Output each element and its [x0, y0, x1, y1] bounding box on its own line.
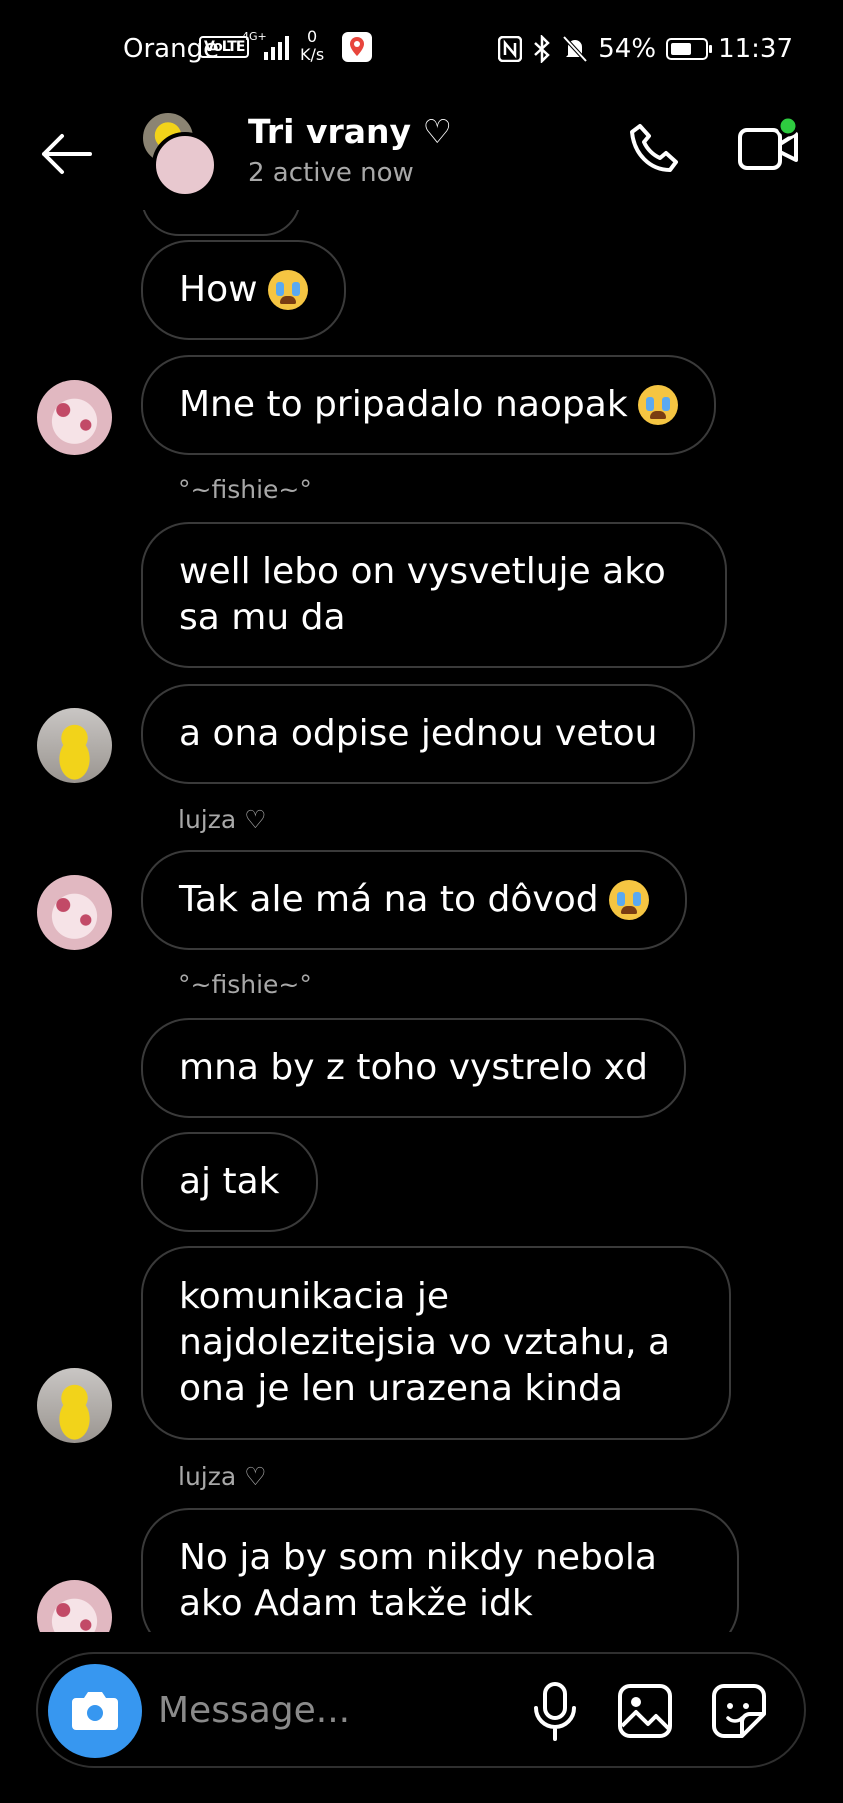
message-text: Mne to pripadalo naopak: [179, 384, 628, 425]
message-text: How: [179, 269, 258, 310]
message-bubble[interactable]: Tak ale má na to dôvod: [141, 850, 687, 950]
sender-name: lujza ♡: [178, 1462, 267, 1491]
location-app-icon: [342, 32, 372, 62]
group-avatar[interactable]: [138, 110, 218, 198]
chat-header: Tri vrany ♡ 2 active now: [0, 100, 843, 210]
avatar[interactable]: [37, 1580, 112, 1632]
gallery-icon[interactable]: [616, 1682, 674, 1740]
camera-button[interactable]: [48, 1664, 142, 1758]
battery-percent: 54%: [598, 34, 657, 64]
message-bubble[interactable]: Mne to pripadalo naopak: [141, 355, 716, 455]
status-right: 54% 11:37: [498, 34, 793, 64]
clock: 11:37: [718, 34, 793, 64]
message-bubble-partial[interactable]: [141, 210, 301, 236]
message-composer: Message...: [36, 1652, 806, 1768]
status-bar: Orange VoLTE 4G+ 0 K/s 54% 11:37: [0, 0, 843, 100]
speed-value: 0: [307, 27, 318, 46]
back-arrow-icon[interactable]: [38, 130, 94, 178]
message-list[interactable]: How Mne to pripadalo naopak °~fishie~° w…: [0, 210, 843, 1632]
message-bubble[interactable]: a ona odpise jednou vetou: [141, 684, 696, 784]
mute-bell-icon: [562, 35, 588, 63]
avatar[interactable]: [37, 708, 112, 783]
message-bubble[interactable]: mna by z toho vystrelo xd: [141, 1018, 687, 1118]
active-status: 2 active now: [248, 158, 414, 188]
chat-title[interactable]: Tri vrany ♡: [248, 112, 452, 151]
avatar[interactable]: [37, 875, 112, 950]
message-text: No ja by som nikdy nebola ako Adam takže…: [179, 1537, 657, 1624]
avatar[interactable]: [37, 1368, 112, 1443]
message-text: mna by z toho vystrelo xd: [179, 1047, 649, 1088]
microphone-icon[interactable]: [526, 1680, 584, 1742]
sender-name: °~fishie~°: [178, 970, 312, 999]
loudly-crying-emoji-icon: [608, 880, 649, 920]
sticker-icon[interactable]: [710, 1682, 768, 1740]
nfc-icon: [498, 36, 523, 62]
speed-unit: K/s: [300, 45, 325, 64]
message-text: Tak ale má na to dôvod: [179, 879, 599, 920]
loudly-crying-emoji-icon: [267, 270, 308, 310]
video-call-icon[interactable]: [736, 116, 802, 178]
message-text: komunikacia je najdolezitejsia vo vztahu…: [179, 1276, 671, 1409]
signal-icon: [264, 36, 289, 60]
message-text: well lebo on vysvetluje ako sa mu da: [179, 551, 666, 638]
message-bubble[interactable]: aj tak: [141, 1132, 318, 1232]
message-text: aj tak: [179, 1161, 280, 1202]
sender-name: °~fishie~°: [178, 475, 312, 504]
member-avatar-kitty: [152, 132, 218, 198]
message-text: a ona odpise jednou vetou: [179, 713, 658, 754]
message-bubble[interactable]: well lebo on vysvetluje ako sa mu da: [141, 522, 727, 668]
sender-name: lujza ♡: [178, 805, 267, 834]
message-bubble[interactable]: How: [141, 240, 346, 340]
battery-icon: [666, 38, 713, 60]
loudly-crying-emoji-icon: [637, 385, 678, 425]
message-input[interactable]: Message...: [158, 1690, 350, 1731]
message-bubble[interactable]: No ja by som nikdy nebola ako Adam takže…: [141, 1508, 739, 1632]
camera-icon: [72, 1692, 118, 1730]
network-speed: 0 K/s: [300, 28, 324, 64]
phone-call-icon[interactable]: [626, 120, 684, 178]
bluetooth-icon: [534, 35, 551, 63]
avatar[interactable]: [37, 380, 112, 455]
message-bubble[interactable]: komunikacia je najdolezitejsia vo vztahu…: [141, 1246, 731, 1440]
